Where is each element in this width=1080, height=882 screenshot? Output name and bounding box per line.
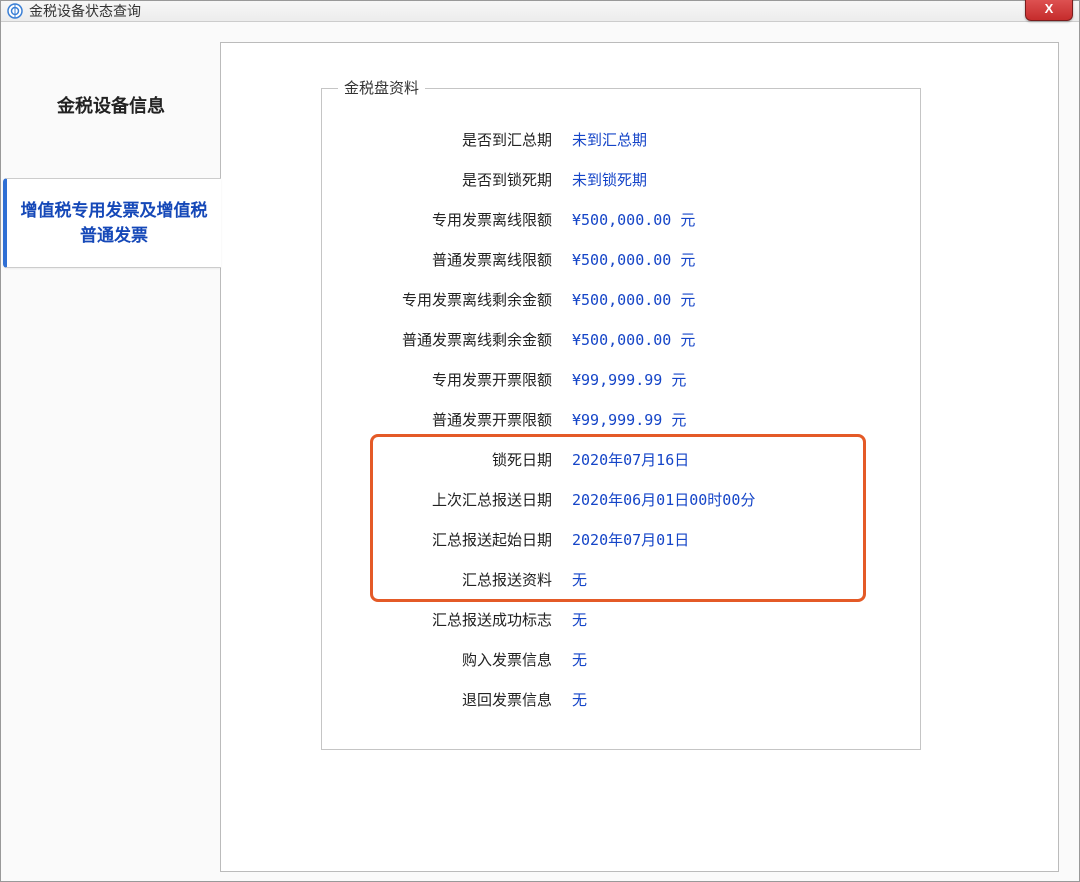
sidebar-item-label: 增值税专用发票及增值税普通发票 — [7, 198, 221, 249]
row-summary-start-date: 汇总报送起始日期 2020年07月01日 — [342, 519, 900, 559]
row-label: 汇总报送起始日期 — [342, 529, 572, 550]
row-special-issue-limit: 专用发票开票限额 ¥99,999.99 元 — [342, 359, 900, 399]
row-value: ¥99,999.99 元 — [572, 409, 900, 430]
row-label: 专用发票开票限额 — [342, 369, 572, 390]
row-label: 普通发票开票限额 — [342, 409, 572, 430]
row-value: 2020年06月01日00时00分 — [572, 489, 900, 510]
row-purchased-invoice-info: 购入发票信息 无 — [342, 639, 900, 679]
row-value: ¥500,000.00 元 — [572, 249, 900, 270]
row-summary-period: 是否到汇总期 未到汇总期 — [342, 119, 900, 159]
row-returned-invoice-info: 退回发票信息 无 — [342, 679, 900, 719]
row-value: 2020年07月01日 — [572, 529, 900, 550]
fieldset-legend: 金税盘资料 — [338, 77, 425, 98]
row-label: 汇总报送资料 — [342, 569, 572, 590]
golden-tax-info-fieldset: 金税盘资料 是否到汇总期 未到汇总期 是否到锁死期 未到锁死期 专用发票离线限额… — [321, 88, 921, 750]
row-special-offline-limit: 专用发票离线限额 ¥500,000.00 元 — [342, 199, 900, 239]
row-label: 普通发票离线剩余金额 — [342, 329, 572, 350]
row-value: 无 — [572, 569, 900, 590]
row-general-offline-limit: 普通发票离线限额 ¥500,000.00 元 — [342, 239, 900, 279]
row-label: 锁死日期 — [342, 449, 572, 470]
row-label: 专用发票离线限额 — [342, 209, 572, 230]
row-value: ¥99,999.99 元 — [572, 369, 900, 390]
row-lock-period: 是否到锁死期 未到锁死期 — [342, 159, 900, 199]
row-general-offline-remaining: 普通发票离线剩余金额 ¥500,000.00 元 — [342, 319, 900, 359]
row-label: 是否到汇总期 — [342, 129, 572, 150]
close-button[interactable]: X — [1025, 0, 1073, 21]
app-icon — [7, 3, 23, 19]
row-value: 无 — [572, 649, 900, 670]
window-title: 金税设备状态查询 — [29, 1, 141, 21]
row-summary-success-flag: 汇总报送成功标志 无 — [342, 599, 900, 639]
row-value: 未到锁死期 — [572, 169, 900, 190]
row-value: 未到汇总期 — [572, 129, 900, 150]
row-value: ¥500,000.00 元 — [572, 329, 900, 350]
row-last-summary-date: 上次汇总报送日期 2020年06月01日00时00分 — [342, 479, 900, 519]
row-label: 专用发票离线剩余金额 — [342, 289, 572, 310]
row-label: 普通发票离线限额 — [342, 249, 572, 270]
row-general-issue-limit: 普通发票开票限额 ¥99,999.99 元 — [342, 399, 900, 439]
sidebar-item-vat-invoice[interactable]: 增值税专用发票及增值税普通发票 — [3, 178, 221, 268]
close-icon: X — [1045, 1, 1054, 16]
sidebar-heading: 金税设备信息 — [1, 92, 221, 118]
row-value: 无 — [572, 609, 900, 630]
row-special-offline-remaining: 专用发票离线剩余金额 ¥500,000.00 元 — [342, 279, 900, 319]
main-panel: 金税盘资料 是否到汇总期 未到汇总期 是否到锁死期 未到锁死期 专用发票离线限额… — [220, 42, 1059, 872]
app-window: 金税设备状态查询 X 金税设备信息 增值税专用发票及增值税普通发票 金税盘资料 … — [0, 0, 1080, 882]
body-area: 金税设备信息 增值税专用发票及增值税普通发票 金税盘资料 是否到汇总期 未到汇总… — [1, 22, 1079, 882]
row-label: 是否到锁死期 — [342, 169, 572, 190]
row-label: 购入发票信息 — [342, 649, 572, 670]
row-label: 汇总报送成功标志 — [342, 609, 572, 630]
row-label: 退回发票信息 — [342, 689, 572, 710]
row-value: 2020年07月16日 — [572, 449, 900, 470]
row-value: ¥500,000.00 元 — [572, 289, 900, 310]
row-summary-material: 汇总报送资料 无 — [342, 559, 900, 599]
row-label: 上次汇总报送日期 — [342, 489, 572, 510]
titlebar: 金税设备状态查询 X — [1, 1, 1079, 22]
row-value: ¥500,000.00 元 — [572, 209, 900, 230]
row-lock-date: 锁死日期 2020年07月16日 — [342, 439, 900, 479]
row-value: 无 — [572, 689, 900, 710]
sidebar: 金税设备信息 增值税专用发票及增值税普通发票 — [1, 42, 221, 872]
